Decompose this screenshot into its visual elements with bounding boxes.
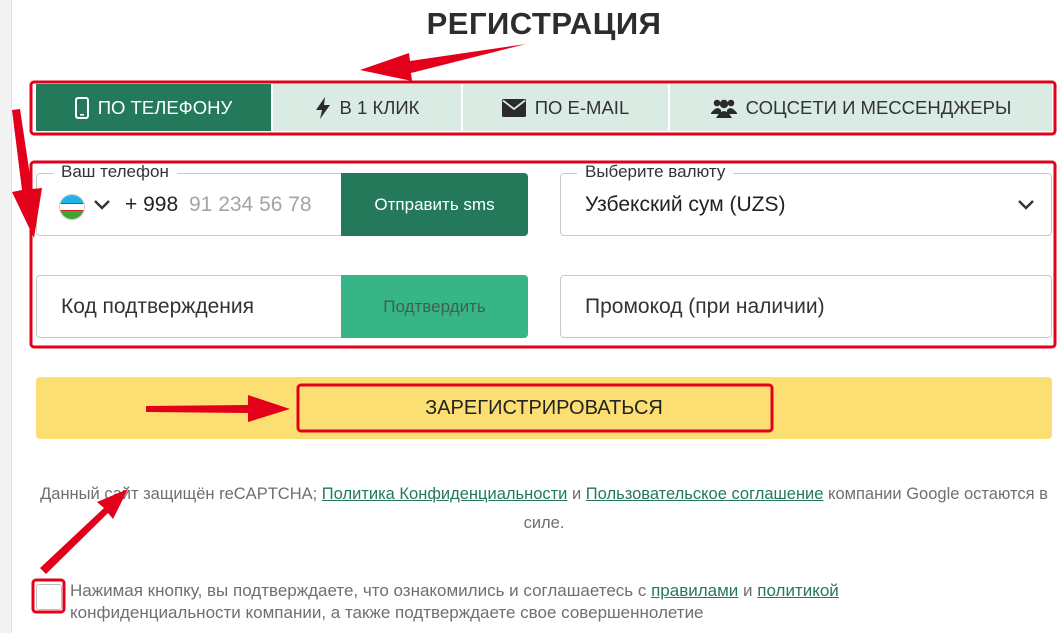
consent-text: Нажимая кнопку, вы подтверждаете, что оз… <box>70 581 839 622</box>
phone-icon <box>74 96 89 119</box>
currency-select[interactable]: Выберите валюту Узбекский сум (UZS) <box>560 161 1052 236</box>
tab-label: ПО E-MAIL <box>534 96 630 118</box>
tab-label: СОЦСЕТИ И МЕССЕНДЖЕРЫ <box>745 96 1012 118</box>
phone-country-code: + 998 <box>125 193 179 216</box>
tab-by-phone[interactable]: ПО ТЕЛЕФОНУ <box>36 84 273 131</box>
phone-field: Ваш телефон + 998 Отправить sms <box>36 161 528 236</box>
send-sms-button[interactable]: Отправить sms <box>341 173 528 236</box>
tab-social-messengers[interactable]: СОЦСЕТИ И МЕССЕНДЖЕРЫ <box>670 84 1052 131</box>
confirmation-code-field: Подтвердить <box>36 275 528 338</box>
confirmation-code-input[interactable] <box>61 290 331 324</box>
currency-legend: Выберите валюту <box>577 161 734 183</box>
recaptcha-notice: Данный сайт защищён reCAPTCHA; Политика … <box>40 485 1048 532</box>
privacy-policy-link[interactable]: Политика Конфиденциальности <box>322 485 568 503</box>
lightning-icon <box>315 96 331 119</box>
left-page-edge <box>0 0 12 633</box>
promo-code-field <box>560 275 1052 338</box>
consent-checkbox[interactable] <box>36 584 62 610</box>
registration-tabs: ПО ТЕЛЕФОНУ В 1 КЛИК ПО E-MAIL СОЦСЕТИ И… <box>36 84 1052 131</box>
envelope-icon <box>501 98 526 117</box>
phone-input[interactable] <box>189 189 339 221</box>
policy-link[interactable]: политикой <box>757 581 839 600</box>
arrow-to-tabs <box>360 44 526 81</box>
page-title: РЕГИСТРАЦИЯ <box>426 6 662 41</box>
tab-label: В 1 КЛИК <box>339 96 420 118</box>
confirm-button[interactable]: Подтвердить <box>341 275 528 338</box>
uzbekistan-flag-icon[interactable] <box>59 194 85 220</box>
tab-by-email[interactable]: ПО E-MAIL <box>463 84 670 131</box>
register-button[interactable]: ЗАРЕГИСТРИРОВАТЬСЯ <box>36 377 1052 439</box>
tab-one-click[interactable]: В 1 КЛИК <box>273 84 463 131</box>
user-agreement-link[interactable]: Пользовательское соглашение <box>586 485 824 503</box>
chevron-down-icon <box>1017 198 1035 216</box>
users-icon <box>710 98 737 118</box>
country-chevron-down-icon[interactable] <box>93 198 111 216</box>
rules-link[interactable]: правилами <box>651 581 738 600</box>
phone-legend: Ваш телефон <box>53 161 177 183</box>
promo-code-input[interactable] <box>585 290 1025 324</box>
tab-label: ПО ТЕЛЕФОНУ <box>97 96 233 118</box>
currency-selected-value: Узбекский сум (UZS) <box>585 193 786 216</box>
